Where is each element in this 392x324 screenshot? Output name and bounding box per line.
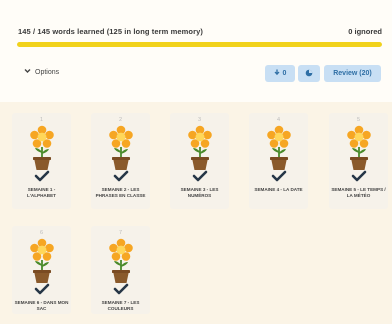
check-icon — [113, 169, 129, 182]
progress-bar-fill — [17, 42, 382, 47]
options-toggle[interactable]: Options — [24, 68, 59, 76]
chevron-down-icon — [24, 68, 31, 76]
download-icon — [274, 69, 280, 78]
lesson-title: SEMAINE 7 - LES COULEURS — [101, 300, 140, 311]
lesson-title: SEMAINE 4 - LA DATE — [254, 187, 303, 192]
progress-summary: 145 / 145 words learned (125 in long ter… — [18, 27, 203, 36]
check-icon — [271, 169, 287, 182]
lesson-title: SEMAINE 5 - LE TEMPS / LA MÉTÉO — [331, 187, 386, 198]
lesson-card[interactable]: 2 SEMAINE 2 - LES PHRASES EN CLASSE — [91, 113, 150, 209]
download-count: 0 — [282, 70, 287, 77]
flower-pot-icon — [26, 125, 58, 171]
header-bar: 145 / 145 words learned (125 in long ter… — [0, 0, 392, 102]
lesson-card[interactable]: 7 SEMAINE 7 - LES COULEURS — [91, 226, 150, 314]
lesson-card[interactable]: 5 SEMAINE 5 - LE TEMPS / LA MÉTÉO — [329, 113, 388, 209]
lesson-number: 4 — [276, 117, 281, 123]
stats-icon — [305, 69, 313, 79]
lesson-title: SEMAINE 3 - LES NUMÉROS — [180, 187, 219, 198]
lesson-number: 7 — [118, 230, 123, 236]
lesson-card[interactable]: 6 SEMAINE 6 - DANS MON SAC — [12, 226, 71, 314]
stats-button[interactable] — [298, 65, 320, 82]
lesson-number: 3 — [197, 117, 202, 123]
check-icon — [34, 282, 50, 295]
lesson-number: 1 — [39, 117, 44, 123]
check-icon — [34, 169, 50, 182]
lesson-card[interactable]: 4 SEMAINE 4 - LA DATE — [249, 113, 308, 209]
download-button[interactable]: 0 — [265, 65, 295, 82]
review-button[interactable]: Review (20) — [324, 65, 381, 82]
progress-bar — [17, 42, 382, 47]
lesson-title: SEMAINE 6 - DANS MON SAC — [14, 300, 69, 311]
ignored-count: 0 ignored — [348, 27, 382, 36]
lesson-number: 2 — [118, 117, 123, 123]
check-icon — [113, 282, 129, 295]
flower-pot-icon — [105, 238, 137, 284]
lesson-card[interactable]: 3 SEMAINE 3 - LES NUMÉROS — [170, 113, 229, 209]
lesson-title: SEMAINE 1 - L'ALPHABET — [27, 187, 56, 198]
lesson-number: 5 — [356, 117, 361, 123]
lesson-number: 6 — [39, 230, 44, 236]
flower-pot-icon — [105, 125, 137, 171]
options-label: Options — [35, 68, 60, 76]
flower-pot-icon — [343, 125, 375, 171]
lesson-card[interactable]: 1 SEMAINE 1 - L'ALPHABET — [12, 113, 71, 209]
check-icon — [192, 169, 208, 182]
flower-pot-icon — [263, 125, 295, 171]
flower-pot-icon — [26, 238, 58, 284]
check-icon — [351, 169, 367, 182]
flower-pot-icon — [184, 125, 216, 171]
lesson-title: SEMAINE 2 - LES PHRASES EN CLASSE — [95, 187, 146, 198]
